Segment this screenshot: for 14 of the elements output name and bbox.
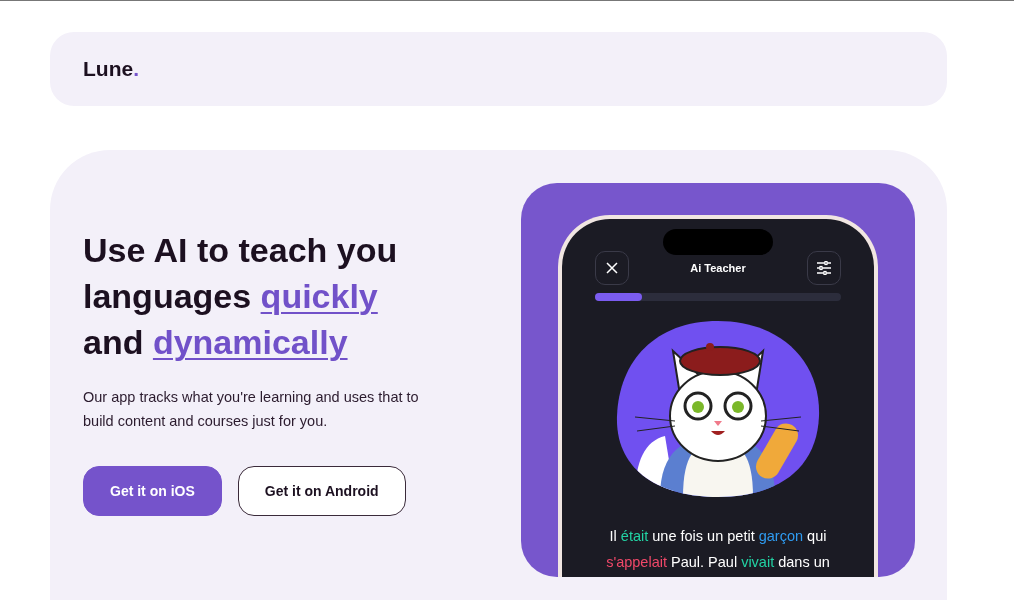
description: Our app tracks what you're learning and uses that to build content and courses just for you. bbox=[83, 388, 420, 431]
headline-link[interactable]: quickly bbox=[260, 277, 378, 315]
android-download-button[interactable]: Get it on Android bbox=[237, 466, 406, 516]
sliders-icon bbox=[816, 261, 832, 275]
logo[interactable]: Lune. bbox=[83, 53, 139, 85]
screen-title: Ai Teacher bbox=[690, 260, 746, 276]
headline: Use AI to teach you languages quickly and dynamically bbox=[83, 230, 399, 363]
story-text-line: Il était une fois un petit garçon qui bbox=[608, 527, 828, 546]
settings-button[interactable] bbox=[807, 251, 841, 285]
story-text-line: s'appelait Paul. Paul vivait dans un bbox=[605, 553, 831, 572]
close-icon bbox=[606, 262, 618, 274]
ios-download-button[interactable]: Get it on iOS bbox=[83, 466, 222, 516]
headline-link[interactable]: dynamically bbox=[152, 323, 348, 361]
close-button[interactable] bbox=[595, 251, 629, 285]
